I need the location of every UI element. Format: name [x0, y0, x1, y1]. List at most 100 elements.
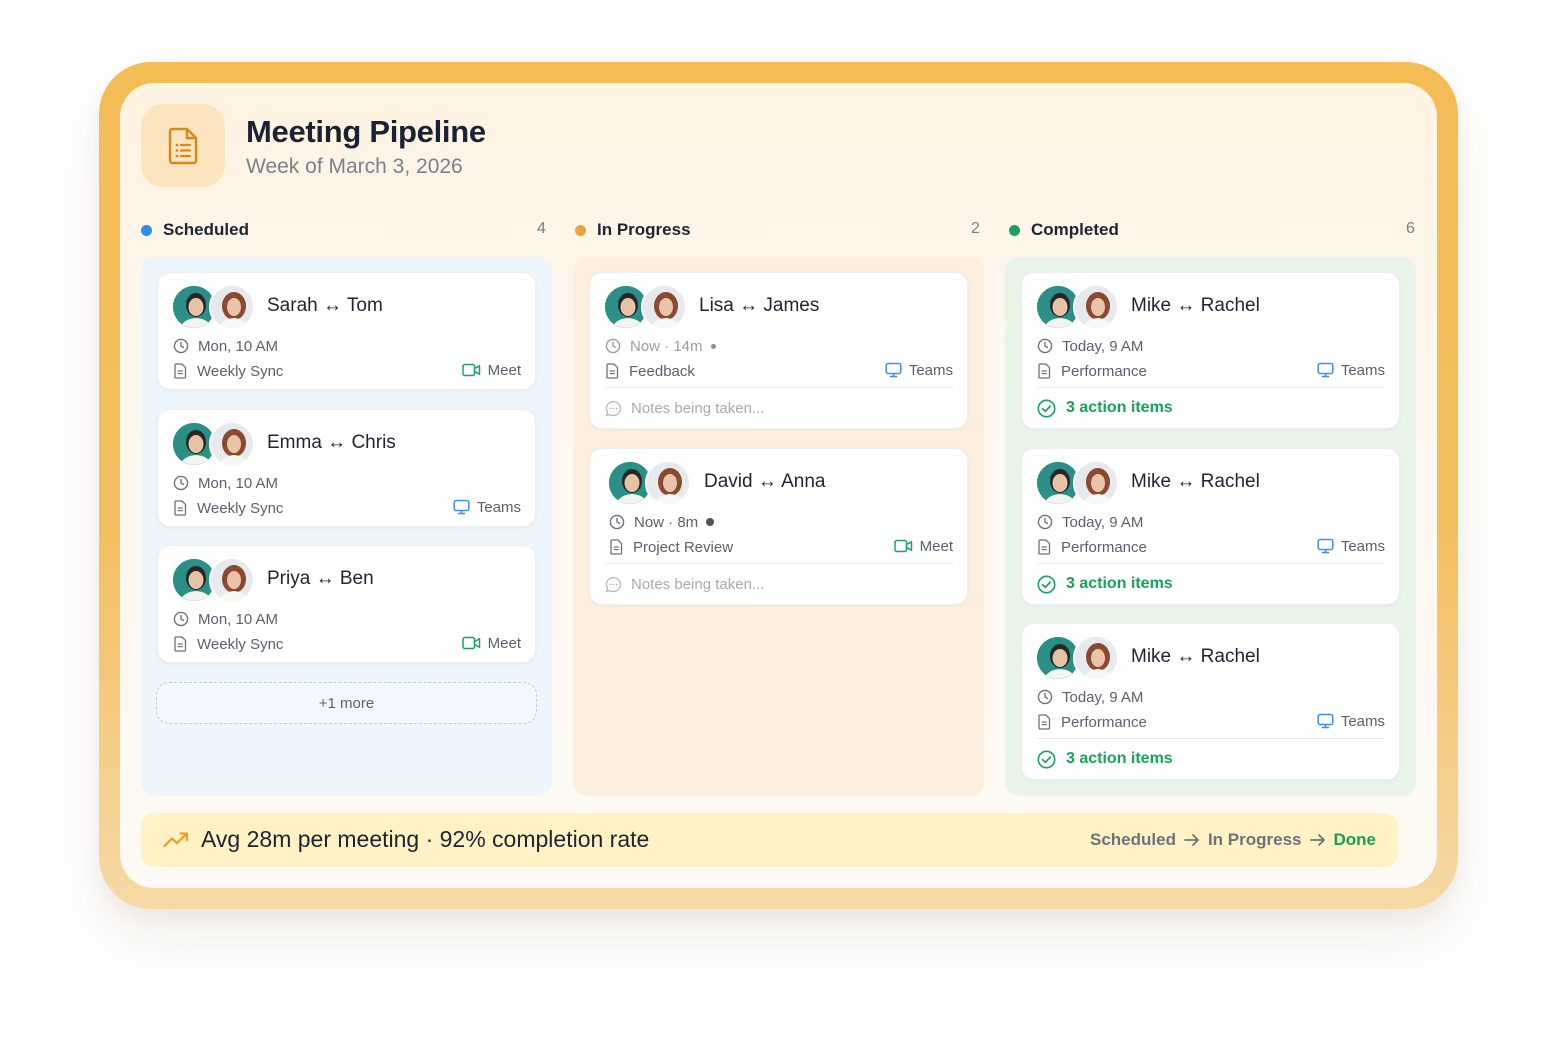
platform-badge: Meet [461, 633, 521, 653]
clock-icon [609, 514, 625, 530]
column-title: Scheduled [163, 220, 249, 239]
platform-badge: Meet [893, 536, 953, 556]
column-title: Completed [1031, 220, 1119, 239]
document-icon [1038, 714, 1051, 730]
action-items-link[interactable]: 3 action items [1037, 397, 1173, 419]
monitor-icon [885, 362, 902, 378]
document-icon [174, 500, 187, 516]
meeting-card[interactable]: Priya ↔ Ben Mon, 10 AM Weekly Sync Meet [157, 545, 536, 663]
arrow-right-icon [1309, 833, 1326, 847]
meeting-topic: Performance [1037, 712, 1147, 732]
meeting-topic: Performance [1037, 537, 1147, 557]
monitor-icon [1317, 713, 1334, 729]
action-items-link[interactable]: 3 action items [1037, 748, 1173, 770]
meeting-time: Mon, 10 AM [173, 336, 278, 356]
avatar-group [603, 284, 691, 330]
meeting-card[interactable]: Mike ↔ Rachel Today, 9 AM Performance Te… [1021, 272, 1400, 429]
platform-badge: Teams [885, 360, 953, 380]
notes-status: Notes being taken... [605, 398, 764, 418]
meeting-card[interactable]: Lisa ↔ James Now · 14m Feedback Teams No… [589, 272, 968, 429]
platform-badge: Teams [1317, 536, 1385, 556]
notes-status: Notes being taken... [605, 574, 764, 594]
meeting-title: Mike ↔ Rachel [1131, 646, 1260, 667]
meeting-topic: Feedback [605, 361, 695, 381]
action-items-link[interactable]: 3 action items [1037, 573, 1173, 595]
document-list-icon [141, 104, 225, 187]
clock-icon [1037, 338, 1053, 354]
meeting-card[interactable]: Mike ↔ Rachel Today, 9 AM Performance Te… [1021, 623, 1400, 780]
avatar [1073, 460, 1119, 506]
live-dot [706, 518, 715, 526]
card-divider [605, 563, 953, 564]
avatar-group [607, 460, 695, 506]
column-header-in-progress[interactable]: In Progress [575, 218, 691, 242]
clock-icon [1037, 514, 1053, 530]
column-title: In Progress [597, 220, 691, 239]
document-icon [174, 636, 187, 652]
video-camera-icon [461, 363, 480, 377]
platform-badge: Teams [1317, 711, 1385, 731]
monitor-icon [1317, 538, 1334, 554]
meeting-card[interactable]: Sarah ↔ Tom Mon, 10 AM Weekly Sync Meet [157, 272, 536, 390]
video-camera-icon [893, 539, 912, 553]
meeting-card[interactable]: Emma ↔ Chris Mon, 10 AM Weekly Sync Team… [157, 409, 536, 527]
show-more-button[interactable]: +1 more [156, 682, 537, 724]
monitor-icon [453, 499, 470, 515]
check-circle-icon [1037, 750, 1056, 768]
avatar-group [1035, 284, 1123, 330]
document-icon [610, 539, 623, 555]
clock-icon [173, 475, 189, 491]
check-circle-icon [1037, 399, 1056, 417]
card-divider [1037, 387, 1385, 388]
document-icon [606, 363, 619, 379]
meeting-time: Today, 9 AM [1037, 336, 1143, 356]
platform-badge: Meet [461, 360, 521, 380]
trending-up-icon [163, 831, 189, 847]
avatar [1073, 635, 1119, 681]
avatar [209, 421, 255, 467]
status-dot [1009, 224, 1020, 236]
clock-icon [605, 338, 621, 354]
meeting-topic: Performance [1037, 361, 1147, 381]
meeting-card[interactable]: David ↔ Anna Now · 8m Project Review Mee… [589, 448, 968, 605]
flow-step-scheduled: Scheduled [1089, 830, 1176, 849]
card-divider [1037, 738, 1385, 739]
arrow-right-icon [1184, 833, 1200, 847]
column-count: 2 [971, 220, 980, 237]
meeting-topic: Weekly Sync [173, 634, 283, 654]
page-title: Meeting Pipeline [246, 114, 486, 149]
pipeline-flow: Scheduled In Progress Done [1090, 830, 1376, 850]
flow-step-done: Done [1333, 830, 1377, 849]
meeting-time: Today, 9 AM [1037, 512, 1143, 532]
avatar-group [1035, 635, 1123, 681]
avatar [1073, 284, 1119, 330]
meeting-time: Today, 9 AM [1037, 687, 1143, 707]
check-circle-icon [1037, 575, 1056, 593]
column-header-completed[interactable]: Completed [1009, 218, 1119, 242]
column-count: 6 [1406, 220, 1415, 237]
meeting-card[interactable]: Mike ↔ Rachel Today, 9 AM Performance Te… [1021, 448, 1400, 605]
status-dot [141, 224, 152, 236]
platform-badge: Teams [1317, 360, 1385, 380]
monitor-icon [1317, 362, 1334, 378]
meeting-title: Emma ↔ Chris [267, 432, 396, 453]
document-icon [174, 363, 187, 379]
avatar [209, 557, 255, 603]
avatar [645, 460, 691, 506]
meeting-topic: Weekly Sync [173, 361, 283, 381]
avatar-group [171, 421, 259, 467]
summary-stat: Avg 28m per meeting · 92% completion rat… [163, 826, 649, 853]
column-count: 4 [537, 220, 546, 237]
document-icon [1038, 363, 1051, 379]
platform-badge: Teams [453, 497, 521, 517]
clock-icon [1037, 689, 1053, 705]
meeting-title: Mike ↔ Rachel [1131, 471, 1260, 492]
column-header-scheduled[interactable]: Scheduled [141, 218, 249, 242]
meeting-time: Mon, 10 AM [173, 609, 278, 629]
status-dot [575, 224, 586, 236]
clock-icon [173, 338, 189, 354]
meeting-title: Priya ↔ Ben [267, 568, 374, 589]
card-divider [605, 387, 953, 388]
meeting-time: Mon, 10 AM [173, 473, 278, 493]
chat-bubble-icon [605, 400, 622, 416]
